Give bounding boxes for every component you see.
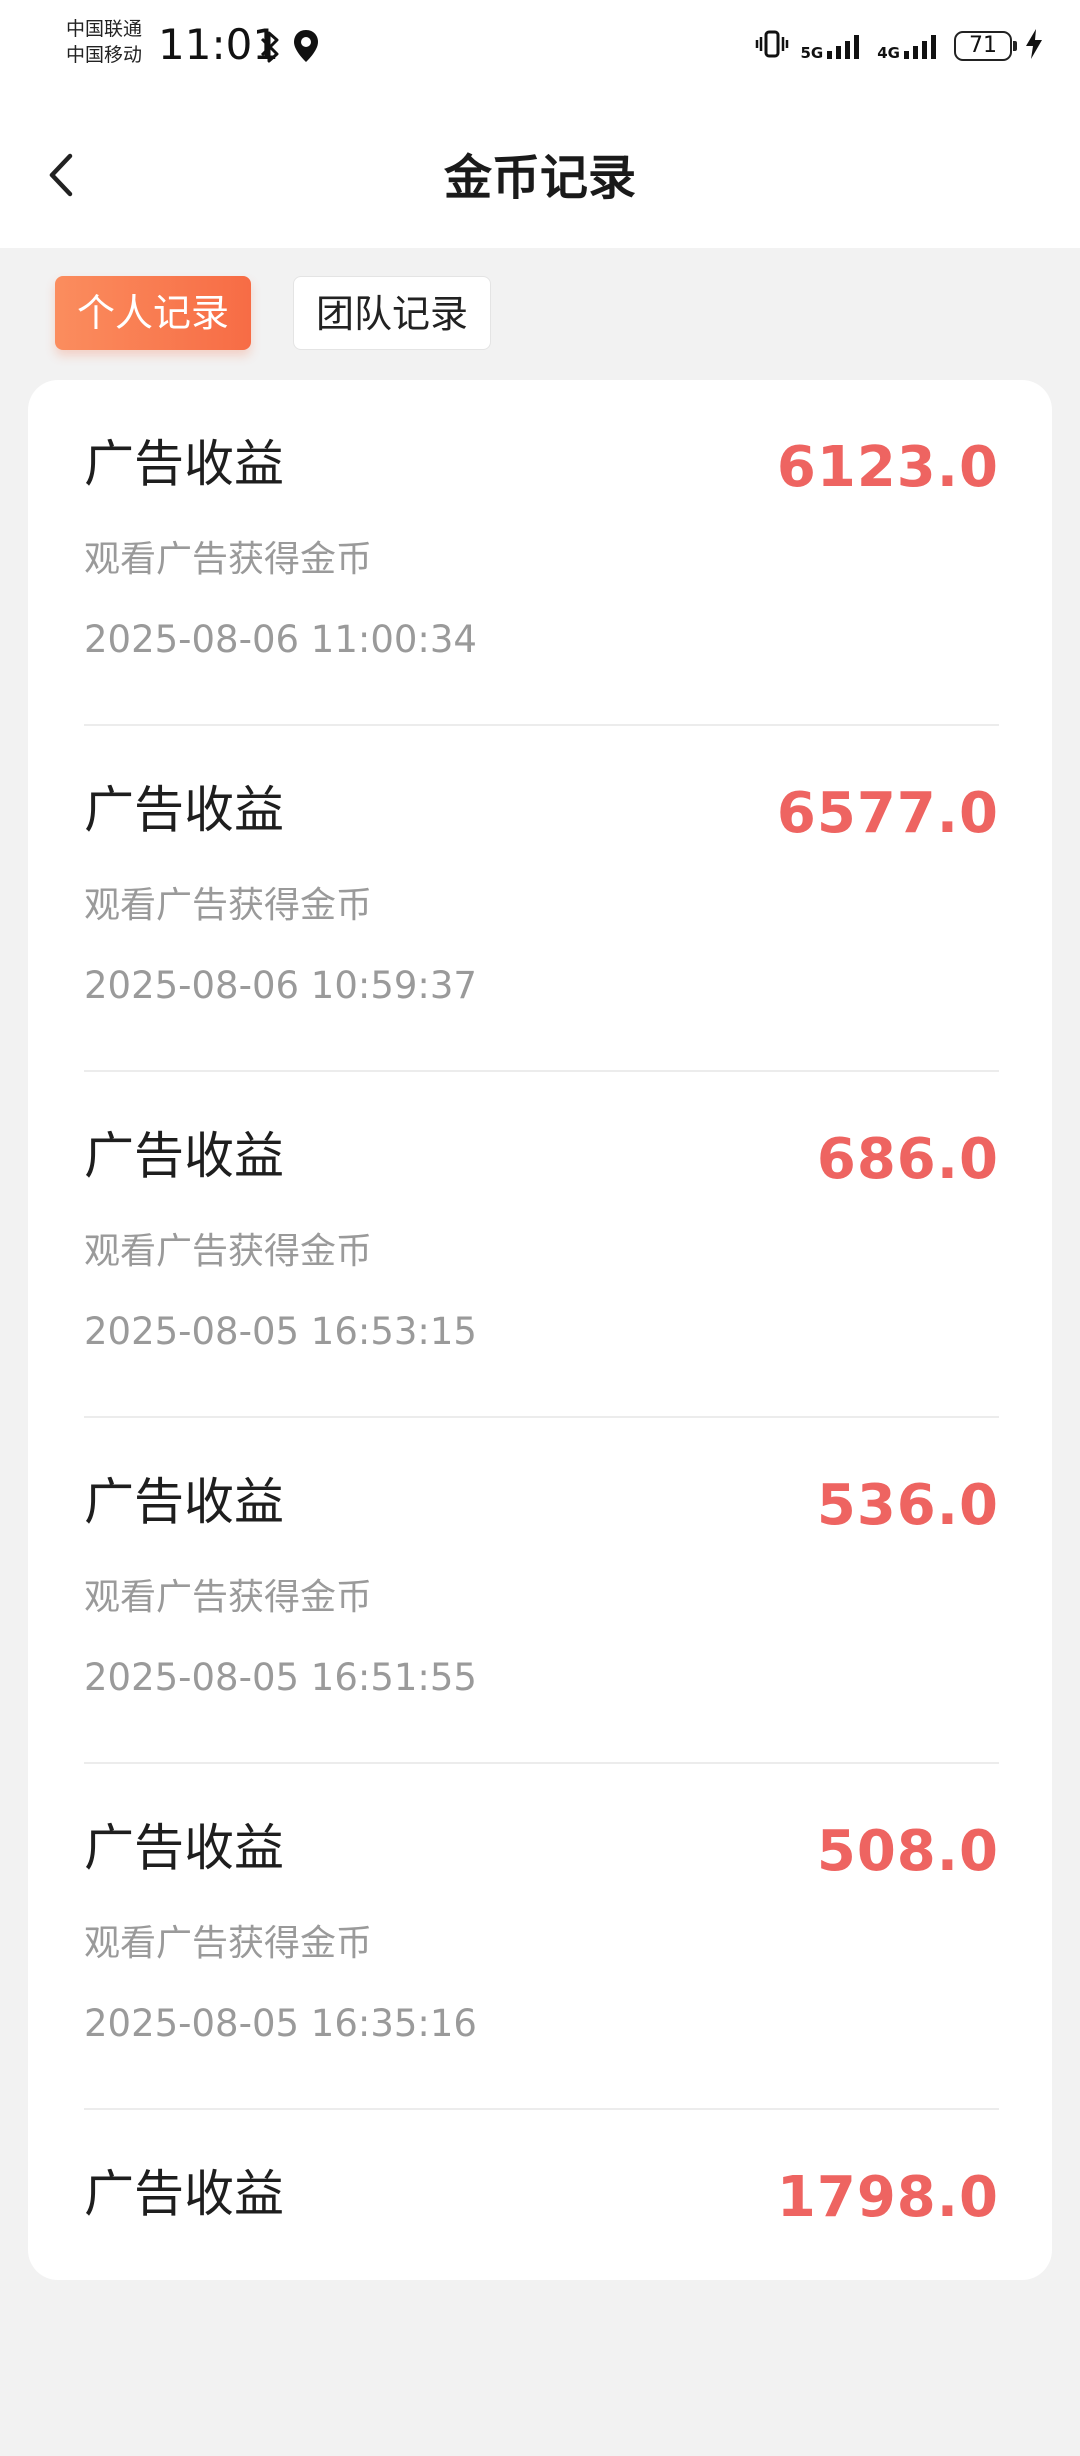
record-description: 观看广告获得金币 — [84, 539, 373, 580]
location-icon — [292, 28, 320, 68]
carrier-2: 中国移动 — [66, 44, 143, 66]
record-description: 观看广告获得金币 — [84, 1231, 373, 1272]
list-item[interactable]: 广告收益 508.0 观看广告获得金币 2025-08-05 16:35:16 — [84, 1764, 999, 2110]
records-list: 广告收益 6123.0 观看广告获得金币 2025-08-06 11:00:34… — [28, 380, 1052, 2280]
tab-team-records[interactable]: 团队记录 — [293, 276, 492, 350]
signal-5g: 5G — [801, 31, 866, 61]
record-time: 2025-08-05 16:53:15 — [84, 1310, 477, 1353]
signal-4g: 4G — [877, 31, 942, 61]
record-time: 2025-08-05 16:35:16 — [84, 2002, 477, 2045]
signal-icon — [827, 35, 860, 59]
record-time: 2025-08-05 16:51:55 — [84, 1656, 477, 1699]
record-description: 观看广告获得金币 — [84, 1577, 373, 1618]
record-description: 观看广告获得金币 — [84, 885, 373, 926]
list-item[interactable]: 广告收益 536.0 观看广告获得金币 2025-08-05 16:51:55 — [84, 1418, 999, 1764]
carrier-labels: 中国联通 中国移动 — [66, 16, 142, 68]
list-item[interactable]: 广告收益 6123.0 观看广告获得金币 2025-08-06 11:00:34 — [84, 380, 999, 726]
vibrate-icon — [755, 29, 789, 63]
record-description: 观看广告获得金币 — [84, 1923, 373, 1964]
record-title: 广告收益 — [84, 1473, 284, 1531]
record-title: 广告收益 — [84, 1819, 284, 1877]
record-amount: 508.0 — [816, 1819, 999, 1884]
list-item[interactable]: 广告收益 686.0 观看广告获得金币 2025-08-05 16:53:15 — [84, 1072, 999, 1418]
list-item[interactable]: 广告收益 1798.0 — [84, 2110, 999, 2456]
record-title: 广告收益 — [84, 2165, 284, 2223]
record-title: 广告收益 — [84, 781, 284, 839]
status-bar: 中国联通 中国移动 11:01 5G 4G 71 — [0, 0, 1080, 100]
tab-personal-records[interactable]: 个人记录 — [55, 276, 252, 350]
carrier-1: 中国联通 — [66, 18, 143, 40]
record-amount: 1798.0 — [776, 2165, 999, 2230]
right-status-group: 5G 4G 71 — [755, 26, 1045, 66]
record-amount: 686.0 — [816, 1127, 999, 1192]
record-amount: 6123.0 — [776, 435, 999, 500]
nav-bar: 金币记录 — [0, 100, 1080, 248]
record-amount: 536.0 — [816, 1473, 999, 1538]
signal-icon-2 — [904, 35, 936, 59]
record-tabs: 个人记录 团队记录 — [55, 276, 492, 350]
record-time: 2025-08-06 11:00:34 — [84, 618, 477, 661]
net-label-5g: 5G — [800, 44, 824, 62]
bluetooth-icon — [258, 30, 282, 68]
record-title: 广告收益 — [84, 1127, 284, 1185]
page-title: 金币记录 — [443, 150, 636, 206]
record-title: 广告收益 — [84, 435, 284, 493]
record-amount: 6577.0 — [776, 781, 999, 846]
record-time: 2025-08-06 10:59:37 — [84, 964, 477, 1007]
net-label-4g: 4G — [877, 44, 900, 62]
list-item[interactable]: 广告收益 6577.0 观看广告获得金币 2025-08-06 10:59:37 — [84, 726, 999, 1072]
battery-icon: 71 — [954, 31, 1017, 61]
charging-icon — [1024, 28, 1044, 64]
